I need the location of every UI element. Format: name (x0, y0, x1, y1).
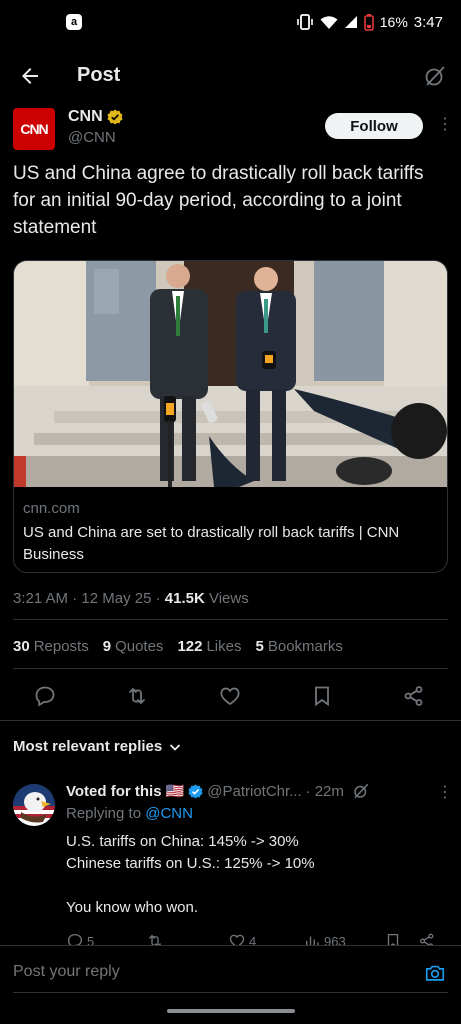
bookmarks-stat[interactable]: 5 Bookmarks (256, 638, 343, 655)
reply-icon (67, 933, 83, 946)
replying-to-prefix: Replying to (66, 805, 142, 822)
reply-author-handle[interactable]: @PatriotChr... (207, 783, 301, 800)
reply-composer (0, 945, 461, 1000)
link-card-title[interactable]: US and China are set to drastically roll… (23, 522, 438, 566)
gesture-nav-bar[interactable] (167, 1009, 295, 1013)
reply-replies-count: 5 (87, 934, 95, 946)
page-title: Post (77, 64, 121, 86)
link-card-domain: cnn.com (23, 500, 80, 517)
follow-button[interactable]: Follow (325, 113, 423, 139)
post-text: US and China agree to drastically roll b… (13, 163, 424, 238)
post-date: 12 May 25 (81, 590, 152, 607)
like-icon[interactable] (218, 684, 242, 708)
divider (13, 619, 448, 620)
reply-actions: 5 4 963 (66, 932, 446, 946)
reply-likes-count: 4 (249, 934, 257, 946)
top-app-bar: Post (0, 52, 461, 100)
reply-more-options-icon[interactable]: ⋮ (437, 785, 453, 801)
status-bar: a 16% 3:47 (0, 0, 461, 44)
like-icon (229, 934, 245, 946)
bookmarks-label: Bookmarks (267, 638, 343, 655)
quotes-label: Quotes (115, 638, 164, 655)
reply-reply-action[interactable]: 5 (66, 932, 94, 946)
views-count: 41.5K (164, 590, 205, 607)
clock: 3:47 (413, 13, 443, 31)
quotes-stat[interactable]: 9 Quotes (103, 638, 164, 655)
reply-icon[interactable] (33, 684, 57, 708)
engagement-stats: 30 Reposts 9 Quotes 122 Likes 5 Bookmarks (13, 638, 343, 655)
reply-author-name[interactable]: Voted for this (66, 783, 162, 800)
reply-views-action[interactable]: 963 (303, 932, 346, 946)
verified-badge-icon (188, 783, 203, 799)
bookmark-icon[interactable] (310, 684, 334, 708)
replying-to: Replying to @CNN (66, 805, 193, 822)
share-icon[interactable] (402, 684, 426, 708)
likes-stat[interactable]: 122 Likes (177, 638, 241, 655)
reply-avatar[interactable] (13, 784, 55, 826)
reply-share-action[interactable] (418, 932, 436, 946)
link-card-image[interactable] (14, 261, 448, 487)
reposts-count: 30 (13, 638, 30, 655)
reply-like-action[interactable]: 4 (228, 932, 256, 946)
app-notification-icon: a (66, 14, 82, 30)
divider (0, 720, 461, 721)
camera-icon[interactable] (424, 962, 446, 984)
author-avatar[interactable]: CNN (13, 108, 55, 150)
bookmarks-count: 5 (255, 638, 264, 655)
wifi-icon (320, 15, 338, 29)
likes-label: Likes (206, 638, 242, 655)
battery-icon (363, 13, 374, 31)
vibrate-icon (296, 14, 313, 30)
likes-count: 122 (177, 638, 203, 655)
verified-badge-icon (107, 109, 123, 125)
eagle-flag-avatar-icon (13, 784, 55, 826)
more-options-icon[interactable]: ⋮ (437, 117, 453, 133)
reply-views-count: 963 (324, 934, 346, 946)
replying-to-handle[interactable]: @CNN (145, 805, 193, 822)
signal-icon (344, 16, 357, 28)
views-label: Views (208, 590, 249, 607)
reply-repost-action[interactable] (146, 932, 164, 946)
post-time: 3:21 AM (13, 590, 69, 607)
grok-icon[interactable] (352, 782, 370, 800)
reply-text: U.S. tariffs on China: 145% -> 30% Chine… (66, 833, 315, 916)
replies-sort-label: Most relevant replies (13, 738, 163, 755)
author-info[interactable]: CNN @CNN (68, 108, 123, 146)
back-arrow-icon[interactable] (18, 64, 42, 88)
reposts-label: Reposts (33, 638, 89, 655)
reply-input[interactable] (13, 963, 220, 981)
reply-bookmark-action[interactable] (384, 932, 402, 946)
post-meta: 3:21 AM · 12 May 25 · 41.5K Views (13, 590, 249, 607)
us-flag-emoji: 🇺🇸 (165, 783, 185, 800)
reposts-stat[interactable]: 30 Reposts (13, 638, 89, 655)
replies-sort-dropdown[interactable]: Most relevant replies (13, 738, 182, 755)
author-handle[interactable]: @CNN (68, 129, 123, 146)
post-actions (0, 684, 461, 708)
share-icon (419, 933, 434, 946)
battery-percent: 16% (379, 14, 408, 30)
divider (13, 668, 448, 669)
reply-header: Voted for this 🇺🇸 @PatriotChr... · 22m (66, 782, 426, 800)
composer-divider (13, 992, 448, 993)
grok-icon[interactable] (423, 64, 447, 88)
repost-icon[interactable] (125, 684, 149, 708)
views-icon (306, 936, 319, 946)
link-card[interactable]: cnn.com US and China are set to drastica… (13, 260, 448, 573)
repost-icon (148, 934, 162, 946)
chevron-down-icon (170, 743, 181, 751)
reply-time: 22m (314, 782, 344, 800)
quotes-count: 9 (102, 638, 112, 655)
author-name[interactable]: CNN (68, 108, 103, 126)
bookmark-icon (387, 933, 399, 946)
